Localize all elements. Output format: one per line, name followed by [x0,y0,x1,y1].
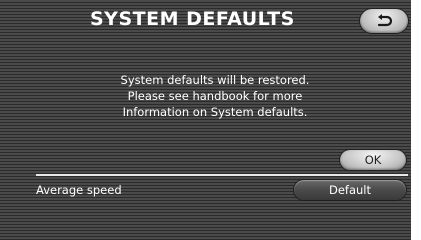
message-line: Please see handbook for more [127,89,303,103]
default-button[interactable]: Default [294,180,406,200]
message-line: Information on System defaults. [122,105,308,119]
info-message: System defaults will be restored. Please… [80,72,350,120]
divider [36,174,408,176]
average-speed-label: Average speed [36,183,122,197]
system-defaults-screen: SYSTEM DEFAULTS System defaults will be … [0,0,421,240]
back-arrow-icon [377,14,393,27]
back-button[interactable] [360,9,408,33]
ok-button[interactable]: OK [340,150,406,170]
screen-border [411,0,421,240]
message-line: System defaults will be restored. [120,73,310,87]
page-title: SYSTEM DEFAULTS [90,8,295,30]
